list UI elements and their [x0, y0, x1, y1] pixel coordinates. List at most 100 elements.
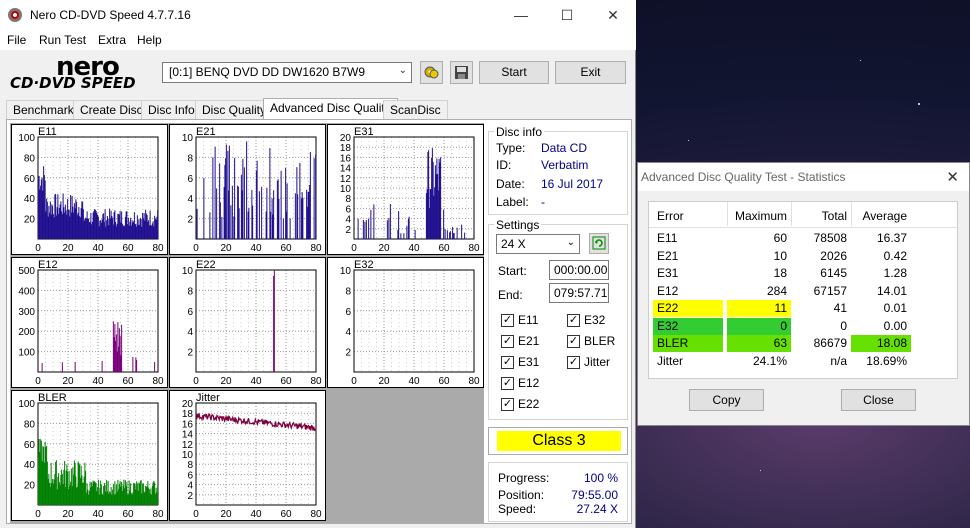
- x-tick-label: 20: [220, 376, 232, 387]
- cell-max: 284: [766, 283, 787, 298]
- menu-file[interactable]: File: [7, 33, 26, 47]
- exit-button[interactable]: Exit: [555, 61, 626, 84]
- y-tick-label: 2: [345, 225, 351, 236]
- y-tick-label: 4: [345, 327, 351, 338]
- speed-select[interactable]: 24 X ⌄: [496, 234, 580, 254]
- y-tick-label: 8: [345, 194, 351, 205]
- cd-swap-icon: [424, 66, 439, 79]
- x-tick-label: 80: [310, 243, 322, 254]
- y-tick-label: 10: [182, 133, 194, 144]
- y-tick-label: 4: [187, 327, 193, 338]
- x-tick-label: 80: [468, 376, 480, 387]
- tab-disc-quality[interactable]: Disc Quality: [195, 100, 274, 120]
- x-tick-label: 80: [468, 243, 480, 254]
- date-value: 16 Jul 2017: [541, 177, 604, 191]
- chart-plot: 0 20 40 60 80 2 4 6 8 10: [182, 133, 322, 254]
- y-tick-label: 200: [18, 327, 35, 338]
- y-tick-label: 8: [345, 286, 351, 297]
- tab-disc-info[interactable]: Disc Info: [141, 100, 202, 120]
- header-error: Error: [657, 209, 684, 223]
- statistics-table: Error Maximum Total Average E11 60 78508 16…: [648, 201, 959, 379]
- menu-run-test[interactable]: Run Test: [39, 33, 86, 47]
- x-tick-label: 20: [220, 243, 232, 254]
- save-button[interactable]: [450, 61, 473, 84]
- close-icon[interactable]: ✕: [946, 168, 959, 186]
- x-tick-label: 40: [408, 243, 420, 254]
- bler-check-label: BLER: [584, 334, 616, 348]
- cell-error: E21: [657, 248, 679, 263]
- minimize-button[interactable]: —: [498, 0, 544, 30]
- e11-checkbox[interactable]: ✓: [501, 314, 514, 327]
- x-tick-label: 60: [122, 376, 134, 387]
- close-button[interactable]: Close: [841, 389, 916, 411]
- x-tick-label: 20: [62, 376, 74, 387]
- y-tick-label: 80: [24, 153, 36, 164]
- menu-bar: File Run Test Extra Help: [0, 30, 636, 50]
- x-tick-label: 80: [310, 376, 322, 387]
- drive-select[interactable]: [0:1] BENQ DVD DD DW1620 B7W9 ⌄: [162, 62, 412, 83]
- e21-checkbox[interactable]: ✓: [501, 335, 514, 348]
- cell-max: 0: [727, 317, 791, 335]
- start-field[interactable]: 000:00.00: [549, 260, 609, 280]
- chart-title: E31: [354, 126, 374, 138]
- tab-scandisc[interactable]: ScanDisc: [383, 100, 448, 120]
- bler-checkbox[interactable]: ✓: [567, 335, 580, 348]
- tab-benchmark[interactable]: Benchmark: [6, 100, 81, 120]
- chart-plot: 0 20 40 60 80 20 40 60 80 100: [18, 133, 164, 254]
- e22-checkbox[interactable]: ✓: [501, 398, 514, 411]
- end-field[interactable]: 079:57.71: [549, 283, 609, 303]
- x-tick-label: 80: [152, 243, 164, 254]
- e32-checkbox[interactable]: ✓: [567, 314, 580, 327]
- y-tick-label: 8: [187, 153, 193, 164]
- disc-label-value: -: [541, 195, 545, 209]
- menu-help[interactable]: Help: [137, 33, 162, 47]
- y-tick-label: 4: [187, 194, 193, 205]
- save-icon: [455, 66, 468, 79]
- x-tick-label: 80: [310, 509, 322, 520]
- y-tick-label: 4: [187, 481, 193, 492]
- jitter-checkbox[interactable]: ✓: [567, 356, 580, 369]
- tab-create-disc[interactable]: Create Disc: [73, 100, 150, 120]
- chart-plot: 0 20 40 60 802468101214161820: [182, 399, 322, 520]
- chart-title: E22: [196, 259, 216, 271]
- y-tick-label: 6: [187, 307, 193, 318]
- cell-total: 0: [840, 318, 847, 333]
- y-tick-label: 20: [340, 133, 352, 144]
- start-button[interactable]: Start: [479, 61, 549, 84]
- eject-button[interactable]: [420, 61, 443, 84]
- y-tick-label: 8: [187, 286, 193, 297]
- x-tick-label: 40: [92, 243, 104, 254]
- x-tick-label: 60: [438, 243, 450, 254]
- y-tick-label: 18: [182, 409, 194, 420]
- maximize-button[interactable]: ☐: [544, 0, 590, 30]
- cell-total: 78508: [813, 231, 847, 245]
- main-window: Nero CD-DVD Speed 4.7.7.16 — ☐ ✕ File Ru…: [0, 0, 636, 528]
- refresh-icon: [592, 236, 606, 250]
- data-series: [41, 321, 156, 372]
- logo-subtext: CD·DVD SPEED: [10, 74, 136, 92]
- y-tick-label: 2: [187, 215, 193, 226]
- chart-plot: 0 20 40 60 80 2 4 6 8 10: [182, 266, 322, 387]
- y-tick-label: 14: [340, 164, 352, 175]
- e12-checkbox[interactable]: ✓: [501, 377, 514, 390]
- refresh-button[interactable]: [589, 233, 609, 254]
- copy-button[interactable]: Copy: [689, 389, 764, 411]
- chart-plot: 0 20 40 60 80 100 200 300 400 500: [18, 266, 164, 387]
- x-tick-label: 0: [193, 243, 199, 254]
- jitter-check-label: Jitter: [584, 355, 611, 369]
- cell-avg: 1.28: [883, 266, 907, 280]
- cell-max: 10: [773, 248, 787, 263]
- x-tick-label: 80: [152, 509, 164, 520]
- id-label: ID:: [496, 158, 512, 172]
- cell-error: BLER: [653, 335, 723, 352]
- e31-checkbox[interactable]: ✓: [501, 356, 514, 369]
- close-button[interactable]: ✕: [590, 0, 636, 30]
- x-tick-label: 0: [351, 243, 357, 254]
- menu-extra[interactable]: Extra: [98, 33, 126, 47]
- window-title: Nero CD-DVD Speed 4.7.7.16: [30, 8, 191, 22]
- x-tick-label: 0: [351, 376, 357, 387]
- cell-total: 41: [833, 301, 847, 315]
- x-tick-label: 40: [250, 243, 262, 254]
- tab-advanced-disc-quality[interactable]: Advanced Disc Quality: [263, 98, 398, 120]
- end-label: End:: [498, 288, 523, 302]
